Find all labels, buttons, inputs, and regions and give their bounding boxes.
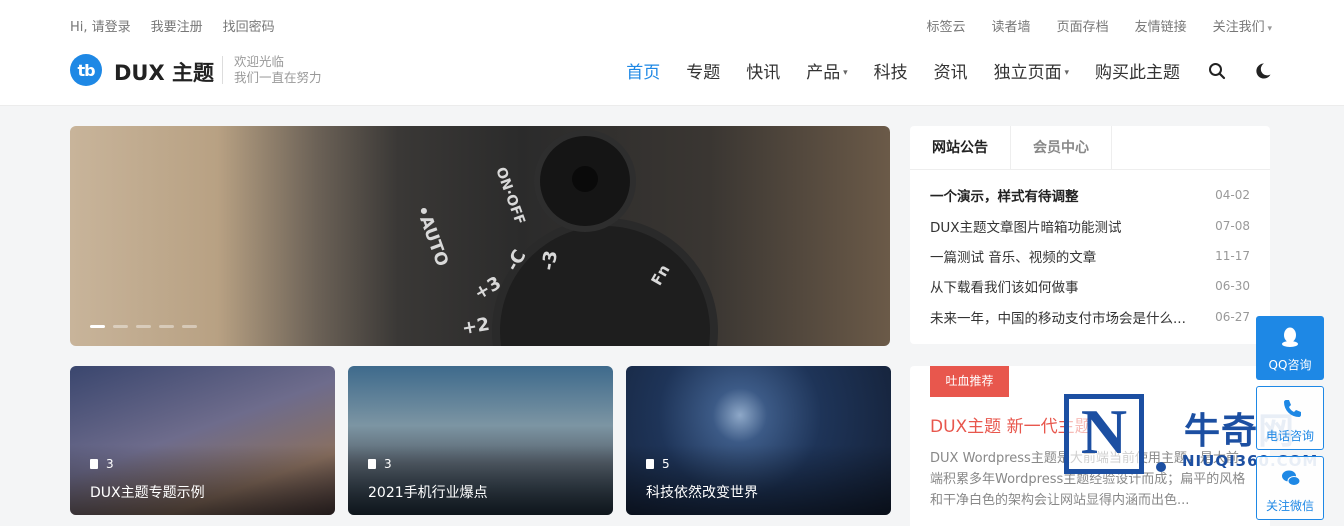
topic-cards: 3 DUX主题专题示例 3 2021手机行业爆点 5 科技依然改变世界 [70,366,891,515]
slider-pagination [90,325,197,328]
qq-icon [1282,327,1298,347]
notice-title[interactable]: 从下载看我们该如何做事 [930,276,1079,296]
notice-title[interactable]: DUX主题文章图片暗箱功能测试 [930,216,1122,236]
site-name[interactable]: DUX 主题 [114,57,214,87]
notice-widget: 网站公告 会员中心 一个演示，样式有待调整 04-02 DUX主题文章图片暗箱功能… [910,126,1270,344]
book-icon [646,459,654,469]
forgot-password-link[interactable]: 找回密码 [223,16,275,35]
wechat-icon [1282,470,1301,486]
slide-text-plus2: +2 [460,313,492,340]
list-item[interactable]: 一篇测试 音乐、视频的文章 11-17 [930,241,1250,271]
logo-icon[interactable]: tb [70,54,102,86]
page-archive-link[interactable]: 页面存档 [1057,16,1109,35]
recommend-badge: 吐血推荐 [930,366,1009,397]
slider-dot[interactable] [90,325,105,328]
nav-item-home[interactable]: 首页 [626,58,660,83]
main-nav: 首页 专题 快讯 产品 科技 资讯 独立页面 购买此主题 [600,58,1272,83]
card-count-value: 3 [106,457,114,471]
watermark-logo: N [1064,394,1144,474]
nav-item-topics[interactable]: 专题 [686,58,720,83]
notice-date: 06-27 [1215,309,1250,324]
nav-item-pages[interactable]: 独立页面 [994,58,1069,83]
qq-consult-label: QQ咨询 [1268,358,1312,372]
slide-text-auto: •AUTO [411,202,452,270]
notice-list: 一个演示，样式有待调整 04-02 DUX主题文章图片暗箱功能测试 07-08 一篇… [910,170,1270,332]
slide-text-minus3: -3 [537,248,563,273]
topbar-site-links: 标签云 读者墙 页面存档 友情链接 关注我们 [927,16,1272,35]
card-shade [70,445,335,515]
slogan-line-2: 我们一直在努力 [234,70,322,85]
register-link[interactable]: 我要注册 [151,16,203,35]
readers-wall-link[interactable]: 读者墙 [992,16,1031,35]
notice-date: 11-17 [1215,248,1250,263]
widget-tabs: 网站公告 会员中心 [910,126,1270,170]
phone-icon [1284,400,1301,417]
notice-title[interactable]: 未来一年，中国的移动支付市场会是什么... [930,307,1186,327]
notice-title[interactable]: 一篇测试 音乐、视频的文章 [930,246,1096,266]
slider-dot[interactable] [182,325,197,328]
camera-button-image [540,136,630,226]
hero-slider[interactable]: •AUTO ON·OFF +3 +2 -C -3 Fn [70,126,890,346]
qq-consult-button[interactable]: QQ咨询 [1256,316,1324,380]
book-icon [90,459,98,469]
site-header: Hi, 请登录 我要注册 找回密码 标签云 读者墙 页面存档 友情链接 关注我们… [0,0,1344,106]
tag-cloud-link[interactable]: 标签云 [927,16,966,35]
phone-consult-button[interactable]: 电话咨询 [1256,386,1324,450]
tab-member-center[interactable]: 会员中心 [1011,126,1112,169]
notice-date: 04-02 [1215,188,1250,203]
slider-dot[interactable] [136,325,151,328]
camera-dial-image [500,226,710,346]
friend-links-link[interactable]: 友情链接 [1135,16,1187,35]
nav-item-products[interactable]: 产品 [806,58,847,83]
follow-us-dropdown[interactable]: 关注我们 [1213,16,1272,35]
list-item[interactable]: 从下载看我们该如何做事 06-30 [930,271,1250,301]
notice-date: 07-08 [1215,218,1250,233]
book-icon [368,459,376,469]
card-title[interactable]: 科技依然改变世界 [646,482,758,502]
card-count: 5 [646,457,670,471]
list-item[interactable]: 未来一年，中国的移动支付市场会是什么... 06-27 [930,302,1250,332]
slider-dot[interactable] [113,325,128,328]
slider-dot[interactable] [159,325,174,328]
card-count-value: 5 [662,457,670,471]
phone-consult-label: 电话咨询 [1265,429,1314,443]
wechat-follow-button[interactable]: 关注微信 [1256,456,1324,520]
card-count: 3 [90,457,114,471]
notice-date: 06-30 [1215,279,1250,294]
nav-item-info[interactable]: 资讯 [934,58,968,83]
login-link[interactable]: Hi, 请登录 [70,16,131,35]
watermark-dot [1156,462,1166,472]
topbar-user-links: Hi, 请登录 我要注册 找回密码 [70,16,275,35]
logo-divider [222,56,223,84]
notice-title[interactable]: 一个演示，样式有待调整 [930,185,1079,205]
card-count: 3 [368,457,392,471]
card-shade [626,445,891,515]
list-item[interactable]: DUX主题文章图片暗箱功能测试 07-08 [930,210,1250,240]
slogan-line-1: 欢迎光临 [234,54,285,69]
slide-text-plus3: +3 [470,272,506,305]
nav-item-news-flash[interactable]: 快讯 [746,58,780,83]
site-slogan: 欢迎光临 我们一直在努力 [234,54,322,86]
wechat-follow-label: 关注微信 [1265,499,1314,513]
list-item[interactable]: 一个演示，样式有待调整 04-02 [930,180,1250,210]
card-title[interactable]: 2021手机行业爆点 [368,482,488,502]
tab-site-notice[interactable]: 网站公告 [910,126,1011,169]
slide-text-onoff: ON·OFF [492,165,528,227]
search-icon[interactable] [1208,62,1226,80]
card-title[interactable]: DUX主题专题示例 [90,482,205,502]
topic-card[interactable]: 3 2021手机行业爆点 [348,366,613,515]
nav-item-tech[interactable]: 科技 [874,58,908,83]
moon-icon[interactable] [1254,62,1272,80]
card-shade [348,445,613,515]
topic-card[interactable]: 3 DUX主题专题示例 [70,366,335,515]
nav-item-buy-theme[interactable]: 购买此主题 [1095,58,1180,83]
topic-card[interactable]: 5 科技依然改变世界 [626,366,891,515]
card-count-value: 3 [384,457,392,471]
